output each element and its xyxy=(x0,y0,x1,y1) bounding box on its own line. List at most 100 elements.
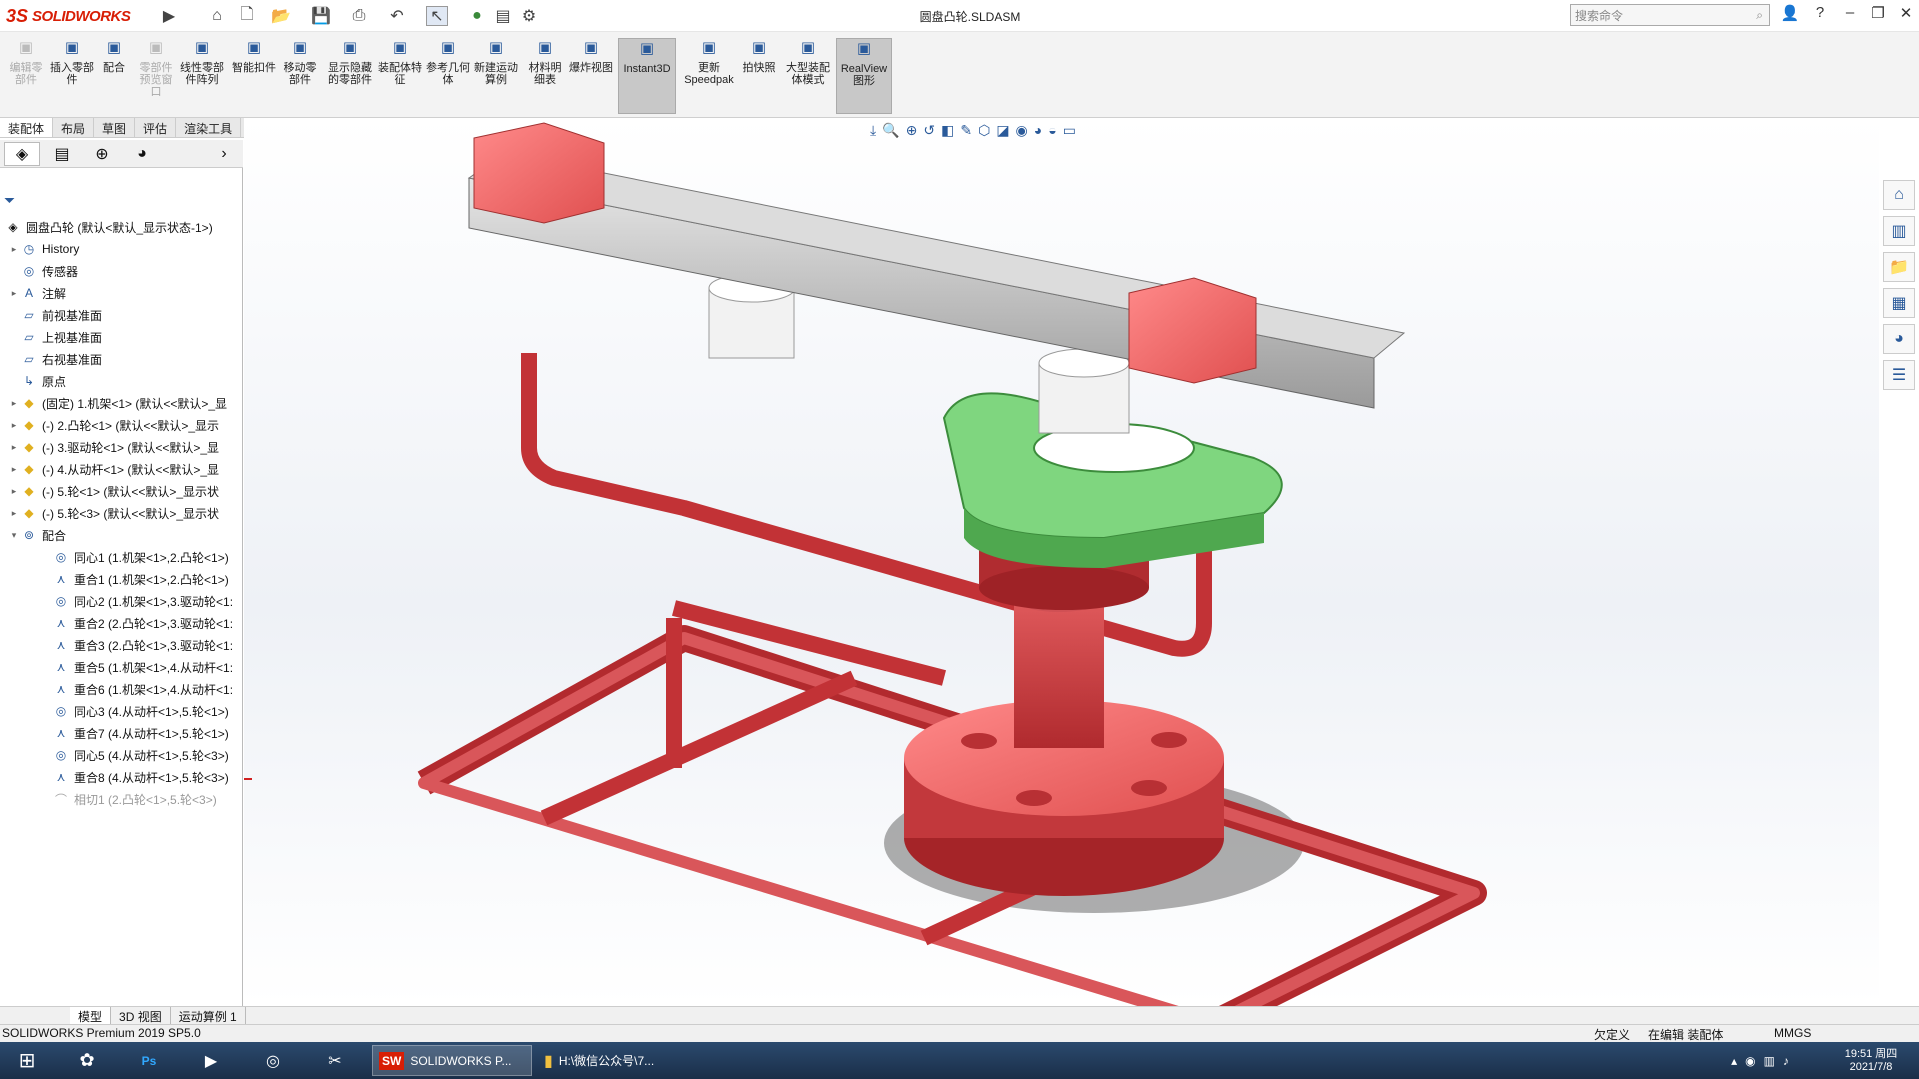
view-settings-icon[interactable]: ▭ xyxy=(1063,122,1076,144)
ribbon-button-9[interactable]: ▣ 参考几何体 xyxy=(426,38,470,114)
home-icon[interactable]: ⌂ xyxy=(206,6,228,26)
tree-item[interactable]: ⋏ 重合3 (2.凸轮<1>,3.驱动轮<1: xyxy=(40,634,283,656)
bottom-tab-1[interactable]: 3D 视图 xyxy=(111,1007,171,1024)
bottom-tab-2[interactable]: 运动算例 1 xyxy=(171,1007,246,1024)
tray-volume-icon[interactable]: ♪ xyxy=(1783,1054,1789,1068)
tree-item[interactable]: ◎ 同心5 (4.从动杆<1>,5.轮<3>) xyxy=(40,744,283,766)
tree-item[interactable]: ⋏ 重合2 (2.凸轮<1>,3.驱动轮<1: xyxy=(40,612,283,634)
undo-icon[interactable]: ↶ xyxy=(386,6,408,26)
print-icon[interactable]: ⎙ xyxy=(348,6,370,26)
tree-item[interactable]: ▱ 右视基准面 xyxy=(8,348,251,370)
dynamic-annotation-icon[interactable]: ✎ xyxy=(960,122,972,144)
property-manager-tab-icon[interactable]: ▤ xyxy=(44,142,80,166)
expand-chevron-icon[interactable]: ▾ xyxy=(8,530,20,541)
appearances-icon[interactable]: ◕ xyxy=(1883,324,1915,354)
file-properties-icon[interactable]: ▤ xyxy=(492,6,514,26)
flyout-arrow-icon[interactable]: ▶ xyxy=(158,6,180,26)
display-manager-tab-icon[interactable]: ◕ xyxy=(124,142,160,166)
tab-0[interactable]: 装配体 xyxy=(0,118,54,137)
search-input[interactable]: 搜索命令 ⌕ xyxy=(1570,4,1770,26)
browser-icon[interactable]: ◎ xyxy=(250,1045,296,1076)
taskbar-solidworks[interactable]: SW SOLIDWORKS P... xyxy=(372,1045,532,1076)
restore-icon[interactable]: ❐ xyxy=(1866,4,1890,26)
solidworks-resources-icon[interactable]: ⌂ xyxy=(1883,180,1915,210)
tree-item[interactable]: ⋏ 重合8 (4.从动杆<1>,5.轮<3>) xyxy=(40,766,283,788)
expand-chevron-icon[interactable]: ▸ xyxy=(8,442,20,453)
assembly-model-view[interactable] xyxy=(215,118,1879,1035)
status-units[interactable]: MMGS xyxy=(1774,1026,1811,1040)
user-icon[interactable]: 👤 xyxy=(1778,4,1802,26)
view-palette-icon[interactable]: ▦ xyxy=(1883,288,1915,318)
configuration-manager-tab-icon[interactable]: ⊕ xyxy=(84,142,120,166)
tool-icon[interactable]: ✂ xyxy=(312,1045,358,1076)
chevron-right-icon[interactable]: › xyxy=(212,142,236,166)
ribbon-button-16[interactable]: ▣ 大型装配体模式 xyxy=(784,38,832,114)
ribbon-button-8[interactable]: ▣ 装配体特征 xyxy=(378,38,422,114)
tray-arrow-icon[interactable]: ▴ xyxy=(1731,1054,1737,1068)
ribbon-button-15[interactable]: ▣ 拍快照 xyxy=(738,38,780,114)
apply-scene-icon[interactable]: ◒ xyxy=(1048,122,1056,144)
rebuild-icon[interactable]: ● xyxy=(466,6,488,26)
expand-chevron-icon[interactable]: ▸ xyxy=(8,486,20,497)
tree-item[interactable]: ◎ 同心2 (1.机架<1>,3.驱动轮<1: xyxy=(40,590,283,612)
ribbon-button-4[interactable]: ▣ 线性零部件阵列 xyxy=(176,38,228,114)
bottom-tab-0[interactable]: 模型 xyxy=(70,1007,112,1024)
clock[interactable]: 19:51 周四 2021/7/8 xyxy=(1826,1045,1916,1076)
expand-chevron-icon[interactable]: ▸ xyxy=(8,398,20,409)
ribbon-button-11[interactable]: ▣ 材料明细表 xyxy=(524,38,566,114)
media-player-icon[interactable]: ▶ xyxy=(188,1045,234,1076)
previous-view-icon[interactable]: ↺ xyxy=(923,122,935,144)
photoshop-icon[interactable]: Ps xyxy=(126,1045,172,1076)
search-icon[interactable]: ⌕ xyxy=(1756,8,1763,23)
help-icon[interactable]: ? xyxy=(1808,4,1832,26)
tree-item[interactable]: ▸ ◆ (-) 2.凸轮<1> (默认<<默认>_显示 xyxy=(8,414,251,436)
file-explorer-icon[interactable]: 📁 xyxy=(1883,252,1915,282)
tree-item[interactable]: ⋏ 重合1 (1.机架<1>,2.凸轮<1>) xyxy=(40,568,283,590)
tree-item[interactable]: ↳ 原点 xyxy=(8,370,251,392)
ribbon-button-2[interactable]: ▣ 配合 xyxy=(98,38,130,114)
ribbon-button-7[interactable]: ▣ 显示隐藏的零部件 xyxy=(324,38,376,114)
options-gear-icon[interactable]: ⚙ xyxy=(518,6,540,26)
edit-appearance-icon[interactable]: ◕ xyxy=(1034,122,1042,144)
open-folder-icon[interactable]: 📂 xyxy=(270,6,292,26)
zoom-area-icon[interactable]: ⊕ xyxy=(906,122,918,144)
tree-item[interactable]: ▸ A 注解 xyxy=(8,282,251,304)
ribbon-button-12[interactable]: ▣ 爆炸视图 xyxy=(568,38,614,114)
new-document-icon[interactable]: 🗋 xyxy=(236,6,258,26)
feature-manager-tab-icon[interactable]: ◈ xyxy=(4,142,40,166)
solidworks-logo[interactable]: 3S SOLIDWORKS xyxy=(6,4,154,28)
custom-properties-icon[interactable]: ☰ xyxy=(1883,360,1915,390)
start-button-icon[interactable]: ⊞ xyxy=(4,1045,50,1076)
filter-icon[interactable]: ⏷ xyxy=(4,192,15,209)
tree-item[interactable]: ⌒ 相切1 (2.凸轮<1>,5.轮<3>) xyxy=(40,788,283,810)
view-orientation-icon[interactable]: ⤓ xyxy=(870,122,876,144)
tree-item[interactable]: ◎ 传感器 xyxy=(8,260,251,282)
tab-4[interactable]: 渲染工具 xyxy=(176,118,242,137)
tree-item[interactable]: ▸ ◆ (-) 5.轮<3> (默认<<默认>_显示状 xyxy=(8,502,251,524)
select-pointer-icon[interactable]: ↖ xyxy=(426,6,448,26)
minimize-icon[interactable]: – xyxy=(1838,4,1862,26)
tree-item[interactable]: ◎ 同心1 (1.机架<1>,2.凸轮<1>) xyxy=(40,546,283,568)
section-view-icon[interactable]: ◧ xyxy=(941,122,954,144)
tree-item[interactable]: ▾ ⊚ 配合 xyxy=(8,524,251,546)
ribbon-button-17[interactable]: ▣ RealView图形 xyxy=(836,38,892,114)
expand-chevron-icon[interactable]: ▸ xyxy=(8,420,20,431)
graphics-area[interactable] xyxy=(215,118,1879,1035)
taskbar-folder[interactable]: ▮ H:\微信公众号\7... xyxy=(538,1045,688,1076)
zoom-to-fit-icon[interactable]: 🔍 xyxy=(882,122,899,144)
ribbon-button-13[interactable]: ▣ Instant3D xyxy=(618,38,676,114)
expand-chevron-icon[interactable]: ▸ xyxy=(8,508,20,519)
tree-item[interactable]: ◎ 同心3 (4.从动杆<1>,5.轮<1>) xyxy=(40,700,283,722)
tab-2[interactable]: 草图 xyxy=(94,118,136,137)
tree-item[interactable]: ▸ ◆ (-) 4.从动杆<1> (默认<<默认>_显 xyxy=(8,458,251,480)
ribbon-button-6[interactable]: ▣ 移动零部件 xyxy=(280,38,320,114)
ribbon-button-0[interactable]: ▣ 编辑零部件 xyxy=(6,38,46,114)
ribbon-button-1[interactable]: ▣ 插入零部件 xyxy=(50,38,94,114)
tab-1[interactable]: 布局 xyxy=(53,118,95,137)
expand-chevron-icon[interactable]: ▸ xyxy=(8,464,20,475)
tree-item[interactable]: ⋏ 重合7 (4.从动杆<1>,5.轮<1>) xyxy=(40,722,283,744)
tree-item[interactable]: ▸ ◆ (-) 5.轮<1> (默认<<默认>_显示状 xyxy=(8,480,251,502)
tree-item[interactable]: ▸ ◆ (固定) 1.机架<1> (默认<<默认>_显 xyxy=(8,392,251,414)
ribbon-button-14[interactable]: ▣ 更新Speedpak xyxy=(684,38,734,114)
design-library-icon[interactable]: ▥ xyxy=(1883,216,1915,246)
